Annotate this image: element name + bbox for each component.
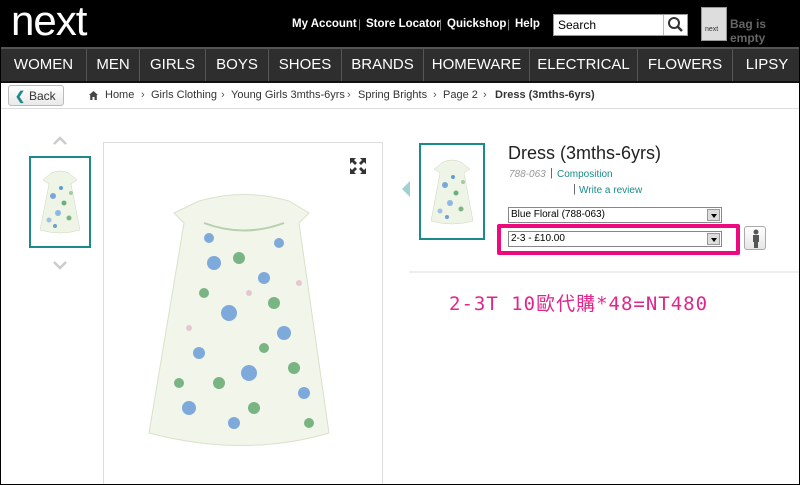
shopping-bag[interactable]: next Bag is empty <box>701 7 799 45</box>
nav-brands[interactable]: BRANDS <box>342 49 424 81</box>
breadcrumb-separator: › <box>221 89 225 101</box>
breadcrumb-spring-brights[interactable]: Spring Brights <box>358 89 427 101</box>
nav-homeware[interactable]: HOMEWARE <box>424 49 530 81</box>
search-button[interactable] <box>663 15 687 35</box>
write-review-link[interactable]: Write a review <box>579 185 642 196</box>
nav-electrical[interactable]: ELECTRICAL <box>530 49 638 81</box>
size-guide-button[interactable] <box>744 226 766 250</box>
breadcrumb-separator: › <box>483 89 487 101</box>
nav-girls[interactable]: GIRLS <box>140 49 206 81</box>
site-header: next My Account | Store Locator | Quicks… <box>1 1 799 47</box>
thumbnail-image[interactable] <box>29 156 91 248</box>
divider: | <box>439 17 443 31</box>
my-account-link[interactable]: My Account <box>292 18 357 30</box>
dress-thumbnail-image <box>39 170 81 234</box>
thumbnail-scroll-down-icon[interactable] <box>53 261 67 271</box>
breadcrumb-current: Dress (3mths-6yrs) <box>495 89 595 101</box>
product-code: 788-063 <box>509 169 546 180</box>
nav-women[interactable]: WOMEN <box>1 49 87 81</box>
divider <box>409 271 799 273</box>
back-label: Back <box>29 89 56 103</box>
person-icon <box>753 229 759 248</box>
expand-icon[interactable] <box>348 156 368 176</box>
search-input[interactable] <box>554 15 662 35</box>
nav-lipsy[interactable]: LIPSY <box>733 49 799 81</box>
divider: | <box>550 167 553 179</box>
breadcrumb: ❮ Back Home › Girls Clothing › Young Gir… <box>1 83 799 109</box>
breadcrumb-girls-clothing[interactable]: Girls Clothing <box>151 89 217 101</box>
next-logo[interactable]: next <box>11 1 87 45</box>
dress-image <box>148 194 330 446</box>
home-icon[interactable] <box>88 90 99 101</box>
thumbnail-scroll-up-icon[interactable] <box>53 135 67 145</box>
help-link[interactable]: Help <box>515 18 540 30</box>
search-icon <box>668 17 683 32</box>
dropdown-arrow-icon <box>707 209 720 221</box>
nav-boys[interactable]: BOYS <box>206 49 269 81</box>
search-box <box>553 14 688 36</box>
divider: | <box>507 17 511 31</box>
store-locator-link[interactable]: Store Locator <box>366 18 441 30</box>
composition-link[interactable]: Composition <box>557 169 613 180</box>
breadcrumb-page-2[interactable]: Page 2 <box>443 89 478 101</box>
breadcrumb-separator: › <box>433 89 437 101</box>
nav-flowers[interactable]: FLOWERS <box>638 49 733 81</box>
divider: | <box>358 17 362 31</box>
bag-status: Bag is empty <box>730 17 767 45</box>
divider: | <box>573 183 576 195</box>
chevron-left-icon: ❮ <box>15 89 26 103</box>
back-button[interactable]: ❮ Back <box>8 85 64 106</box>
colour-select[interactable]: Blue Floral (788-063) <box>508 207 722 223</box>
product-title: Dress (3mths-6yrs) <box>508 143 662 163</box>
nav-shoes[interactable]: SHOES <box>269 49 342 81</box>
nav-men[interactable]: MEN <box>87 49 140 81</box>
breadcrumb-separator: › <box>141 89 145 101</box>
breadcrumb-young-girls[interactable]: Young Girls 3mths-6yrs <box>231 89 345 101</box>
price-annotation: 2-3T 10歐代購*48=NT480 <box>449 293 709 315</box>
main-nav: WOMEN MEN GIRLS BOYS SHOES BRANDS HOMEWA… <box>1 47 799 83</box>
dress-thumbnail-image <box>430 159 474 225</box>
size-highlight-annotation <box>497 224 740 255</box>
colour-select-value: Blue Floral (788-063) <box>511 209 605 220</box>
bag-icon-label: next <box>705 26 719 33</box>
quickshop-link[interactable]: Quickshop <box>447 18 506 30</box>
breadcrumb-home[interactable]: Home <box>105 89 134 101</box>
bag-icon: next <box>701 7 727 41</box>
product-image <box>103 142 383 484</box>
breadcrumb-separator: › <box>347 89 351 101</box>
product-thumbnail[interactable] <box>419 143 485 240</box>
panel-pointer <box>402 181 410 197</box>
page: next My Account | Store Locator | Quicks… <box>0 0 800 485</box>
